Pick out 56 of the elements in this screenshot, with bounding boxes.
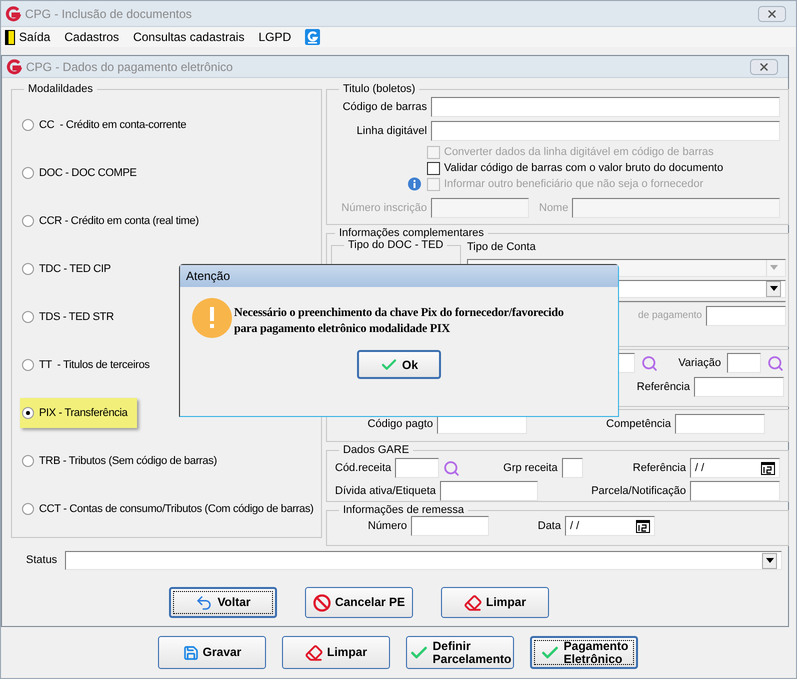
- field-label: Variação: [678, 356, 721, 371]
- radio-option[interactable]: PIX - Transferência: [20, 398, 138, 428]
- date-value: / /: [695, 460, 704, 476]
- radio-option[interactable]: CC - Crédito em conta-corrente: [20, 110, 196, 140]
- field-label: Parcela/Notificação: [591, 484, 686, 499]
- window-title: CPG - Inclusão de documentos: [25, 6, 192, 22]
- field-label: Linha digitável: [356, 124, 427, 139]
- action-button[interactable]: Definir Parcelamento: [406, 636, 514, 669]
- field-label: Informar outro beneficiário que não seja o fornecedor: [444, 176, 704, 192]
- field-label: Grp receita: [503, 460, 558, 476]
- radio-option[interactable]: CCT - Contas de consumo/Tributos (Com código de barras): [20, 494, 324, 524]
- field-label: de pagamento: [638, 309, 702, 323]
- action-button[interactable]: Limpar: [282, 636, 390, 669]
- group-title: Titulo (boletos): [342, 83, 416, 95]
- action-button[interactable]: Pagamento Eletrônico: [530, 636, 638, 669]
- field-label: Referência: [636, 380, 690, 395]
- date-value: / /: [570, 518, 580, 534]
- field-label: Data: [538, 518, 561, 534]
- field-label: Número inscrição: [341, 200, 427, 216]
- radio-option[interactable]: TDC - TED CIP: [20, 254, 121, 284]
- text-field[interactable]: / /: [565, 516, 655, 536]
- field-label: Código pagto: [368, 416, 433, 432]
- menu-item[interactable]: LGPD: [258, 28, 292, 46]
- alert-message: Necessário o preenchimento da chave Pix do fornecedor/favorecido para pagamento eletrônico modalidade PIX: [234, 304, 564, 336]
- text-field[interactable]: / /: [690, 458, 780, 478]
- field-label: Status: [26, 553, 58, 568]
- radio-option[interactable]: TRB - Tributos (Sem código de barras): [20, 446, 227, 476]
- field-label: Cód.receita: [335, 460, 392, 476]
- field-label: Código de barras: [342, 100, 427, 115]
- action-button[interactable]: Limpar: [441, 587, 549, 618]
- group-title: Dados GARE: [342, 444, 410, 456]
- group-title: Informações complementares: [338, 227, 485, 239]
- radio-option[interactable]: TDS - TED STR: [20, 302, 124, 332]
- field-label: Número: [368, 518, 407, 534]
- field-label: Tipo de Conta: [467, 240, 537, 255]
- action-button[interactable]: Gravar: [158, 636, 266, 669]
- ok-button[interactable]: Ok: [357, 350, 441, 379]
- field-label: Validar código de barras com o valor bruto do documento: [444, 160, 724, 176]
- field-label: Referência: [632, 460, 686, 476]
- menu-item[interactable]: Cadastros: [64, 28, 120, 46]
- action-button[interactable]: Voltar: [169, 587, 277, 618]
- dialog-title: Atenção: [186, 268, 230, 285]
- field-label: Nome: [539, 200, 568, 216]
- menu-item[interactable]: Consultas cadastrais: [133, 28, 244, 46]
- radio-option[interactable]: TT - Titulos de terceiros: [20, 350, 160, 380]
- menu-item[interactable]: Saída: [19, 28, 50, 46]
- field-label: Dívida ativa/Etiqueta: [335, 484, 436, 499]
- radio-option[interactable]: DOC - DOC COMPE: [20, 158, 147, 188]
- window-title: CPG - Dados do pagamento eletrônico: [26, 58, 233, 76]
- field-label: Competência: [606, 416, 671, 432]
- radio-option[interactable]: CCR - Crédito em conta (real time): [20, 206, 209, 236]
- action-button[interactable]: Cancelar PE: [305, 587, 413, 618]
- field-label: Converter dados da linha digitável em código de barras: [444, 144, 714, 160]
- group-title: Tipo do DOC - TED: [347, 239, 444, 251]
- group-title: Modalildades: [27, 83, 94, 95]
- group-title: Informações de remessa: [342, 504, 466, 516]
